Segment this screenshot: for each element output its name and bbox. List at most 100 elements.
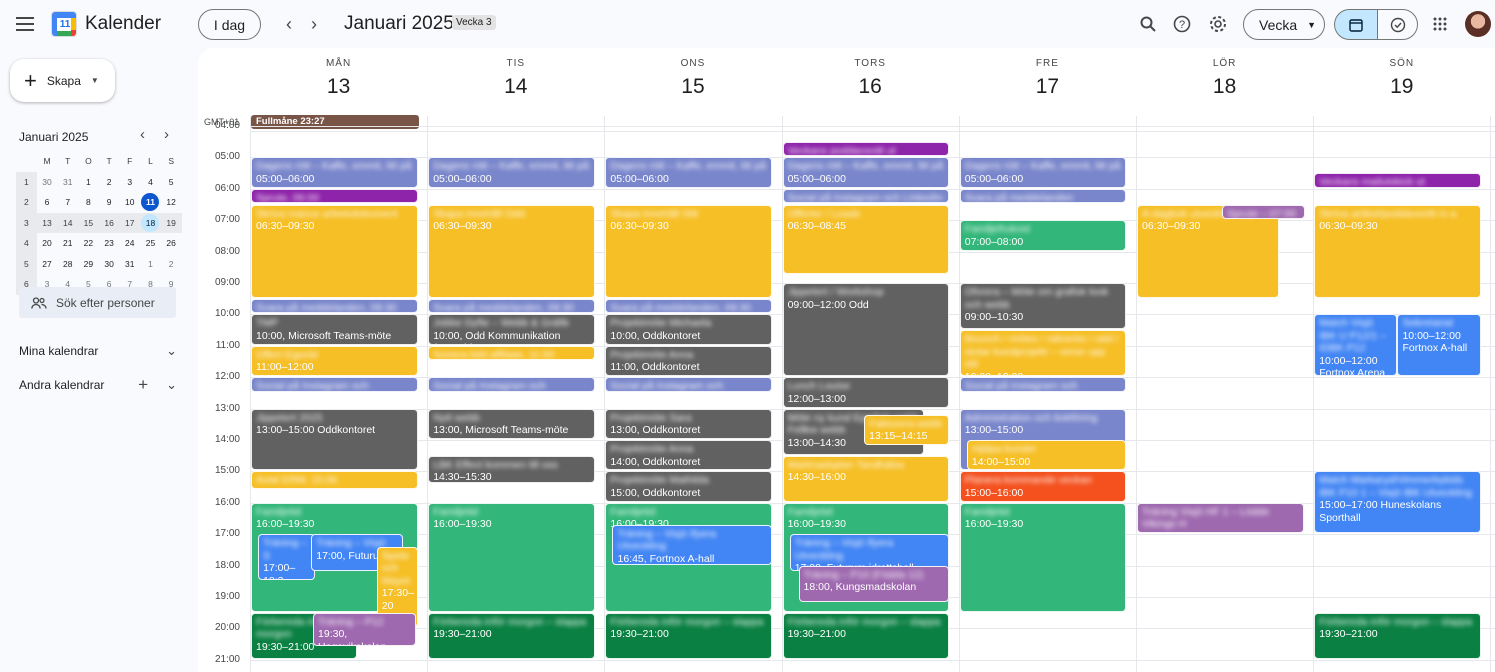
calendar-event[interactable]: Familjetid16:00–19:30 [428, 502, 595, 612]
mini-day[interactable]: 27 [37, 254, 58, 275]
day-header[interactable]: FRE 17 [959, 48, 1136, 116]
calendar-event[interactable]: Lunch Louise 12:00–13:00 [782, 377, 950, 408]
mini-week-number[interactable]: 2 [16, 192, 37, 213]
mini-day[interactable]: 8 [78, 192, 99, 213]
calendar-event[interactable]: Träning – P1219:30, Hagavikskolan [313, 612, 416, 647]
mini-next-icon[interactable]: › [164, 126, 169, 143]
mini-day[interactable]: 25 [140, 233, 161, 254]
mini-day[interactable]: 6 [37, 192, 58, 213]
mini-day[interactable]: 30 [37, 172, 58, 193]
day-header[interactable]: TORS 16 [782, 48, 959, 116]
calendar-event[interactable]: Jippetert 2025 13:00–15:00 Oddkontoret [251, 408, 418, 471]
mini-day[interactable]: 9 [99, 192, 120, 213]
mini-day[interactable]: 31 [119, 254, 140, 275]
calendar-view-toggle[interactable] [1334, 9, 1377, 40]
mini-day[interactable]: 16 [98, 212, 120, 233]
calendar-event[interactable]: Svara på meddelanden06:00 [959, 188, 1127, 204]
calendar-event[interactable]: Social på Instagram och LinkedIn, 12 [959, 377, 1127, 392]
calendar-event[interactable]: Dagens rött – Kaffe, emmit, litt på 05:00… [959, 157, 1127, 188]
calendar-event[interactable]: Planera kommande veckan 15:00–16:00 [959, 471, 1127, 502]
calendar-event[interactable]: TMP 10:00, Microsoft Teams-möte [251, 314, 418, 345]
mini-day[interactable]: 26 [161, 233, 182, 254]
calendar-event[interactable]: Projektmöte Anna 14:00, Oddkontoret [605, 440, 772, 471]
mini-day[interactable]: 22 [78, 233, 99, 254]
calendar-event[interactable]: Match Markaryd/Vimmerbykids IBK P10 1 – … [1314, 471, 1481, 534]
day-header[interactable]: LÖR 18 [1136, 48, 1313, 116]
calendar-event[interactable]: LBK Effect kommen till oss 14:30–15:30 [428, 455, 595, 483]
mini-prev-icon[interactable]: ‹ [140, 126, 145, 143]
calendar-event[interactable]: Veckans poddavsnitt ut, 04:30 [782, 141, 950, 157]
user-avatar[interactable] [1465, 11, 1491, 37]
calendar-event[interactable]: Jobbe Dyfte – Webb & Gräfik 10:00, Odd Ko… [428, 314, 595, 345]
calendar-event[interactable]: Träning Visjö HF 1 – Lödde Vikings H16:0… [1137, 502, 1304, 534]
apps-grid-icon[interactable] [1423, 7, 1457, 41]
calendar-event[interactable]: Projektmöte Michaela 10:00, Oddkontoret [605, 314, 772, 345]
add-calendar-icon[interactable]: + [138, 376, 148, 393]
mini-day[interactable]: 12 [161, 192, 182, 213]
tasks-view-toggle[interactable] [1377, 9, 1418, 40]
mini-day[interactable]: 28 [57, 254, 78, 275]
mini-week-number[interactable]: 4 [16, 233, 37, 254]
mini-day[interactable]: 2 [99, 172, 120, 193]
mini-day[interactable]: 3 [119, 172, 140, 193]
calendar-event[interactable]: Match Visjö IBK U P12/1 – IDBK P12 10:00–… [1314, 314, 1398, 377]
next-week-icon[interactable]: › [297, 7, 331, 41]
mini-day[interactable]: 30 [99, 254, 120, 275]
calendar-event[interactable]: Skriva manus arbetsdokument 06:30–09:30 [251, 204, 418, 298]
day-number[interactable]: 15 [604, 75, 781, 99]
day-number[interactable]: 18 [1136, 75, 1313, 99]
calendar-event[interactable]: Veckans mailutskick ut05:30 [1314, 173, 1481, 188]
calendar-event[interactable]: Nytt webb 13:00, Microsoft Teams-möte [428, 408, 595, 439]
calendar-event[interactable]: Sprute – 07:0007:00 [1222, 204, 1306, 220]
day-number[interactable]: 14 [427, 75, 604, 99]
mini-day[interactable]: 17 [119, 212, 141, 233]
search-people-field[interactable]: Sök efter personer [19, 287, 176, 318]
mini-week-number[interactable]: 5 [16, 253, 37, 274]
mini-day[interactable]: 31 [57, 172, 78, 193]
calendar-event[interactable]: Familjefrukost 07:00–08:00 [959, 220, 1127, 251]
mini-day[interactable]: 20 [37, 233, 58, 254]
calendar-event[interactable]: Skriva artikel/poddavsnitt m a 06:30–09:3… [1314, 204, 1481, 298]
mini-week-number[interactable]: 3 [16, 212, 37, 233]
calendar-event[interactable]: Social på Instagram och LinkedIn, 12 [605, 377, 772, 392]
calendar-event[interactable]: Dagens rött – Kaffe, emmit, litt på 05:00… [782, 157, 950, 188]
mini-day[interactable]: 1 [78, 172, 99, 193]
calendar-event[interactable]: Sortera bild affiliate, 11:00 [428, 345, 595, 361]
mini-day[interactable]: 18 [140, 212, 161, 233]
day-number[interactable]: 17 [959, 75, 1136, 99]
calendar-event[interactable]: Ofvrera – Möte om grafisk look och webb 0… [959, 283, 1127, 330]
calendar-event[interactable]: Social på Instagram och LinkedIn, 12 [428, 377, 595, 392]
day-header[interactable]: MÅN 13 [250, 48, 427, 116]
calendar-event[interactable]: Svara på meddelanden, 09:30 [605, 298, 772, 314]
mini-week-number[interactable]: 1 [16, 171, 37, 192]
calendar-event[interactable]: Dagens rött – Kaffe, emmit, litt på 05:00… [428, 157, 595, 188]
mini-day[interactable]: 2 [161, 254, 182, 275]
calendar-event[interactable]: Hjälpa kunder 14:00–15:00 [966, 440, 1127, 471]
create-button[interactable]: + Skapa ▼ [10, 59, 115, 102]
calendar-event[interactable]: Dagens rött – Kaffe, emmit, litt på 05:00… [605, 157, 772, 188]
calendar-event[interactable]: Projektmöte Mathilda 15:00, Oddkontoret [605, 471, 772, 502]
mini-day[interactable]: 29 [78, 254, 99, 275]
app-logo[interactable]: 11 [51, 11, 77, 37]
my-calendars-toggle[interactable]: Mina kalendrar ⌄ [19, 342, 177, 360]
calendar-event[interactable]: Träning – S17:00–18:3 Futurum idr [258, 534, 315, 581]
calendar-event[interactable]: Jippetert / Workshop 09:00–12:00 Odd [782, 283, 950, 377]
help-icon[interactable]: ? [1165, 7, 1199, 41]
calendar-event[interactable]: Förbereda inför morgon – slappa 19:30–21:… [782, 612, 950, 659]
calendar-event[interactable]: Bounch / mötes / nätverks / odd / slutar… [959, 330, 1127, 377]
calendar-event[interactable]: Träning – Visjö Ifyera Utveckling 16:45, … [612, 524, 772, 565]
calendar-event[interactable]: Träning – P10 (Födda 12) 18:00, Kungsmads… [798, 565, 950, 603]
calendar-event[interactable]: Förbereda inför morgon – slappa 19:30–21:… [1314, 612, 1481, 659]
calendar-event[interactable]: Offerter / Leads 06:30–08:45 [782, 204, 950, 275]
mini-day[interactable]: 1 [140, 254, 161, 275]
view-selector[interactable]: Vecka ▼ [1243, 9, 1325, 40]
calendar-event[interactable]: Offert Egenld 11:00–12:00 [251, 345, 418, 377]
calendar-event[interactable]: Förbereda inför morgon – slappa 19:30–21:… [428, 612, 595, 659]
mini-day[interactable]: 24 [119, 233, 140, 254]
day-number[interactable]: 19 [1313, 75, 1490, 99]
mini-day[interactable]: 10 [119, 192, 140, 213]
calendar-event[interactable]: Fakturera webb 13:15–14:15 [864, 414, 950, 446]
chevron-down-icon[interactable]: ⌄ [166, 377, 177, 393]
settings-gear-icon[interactable] [1201, 7, 1235, 41]
calendar-event[interactable]: Familjetid16:00–19:30 [959, 502, 1127, 612]
